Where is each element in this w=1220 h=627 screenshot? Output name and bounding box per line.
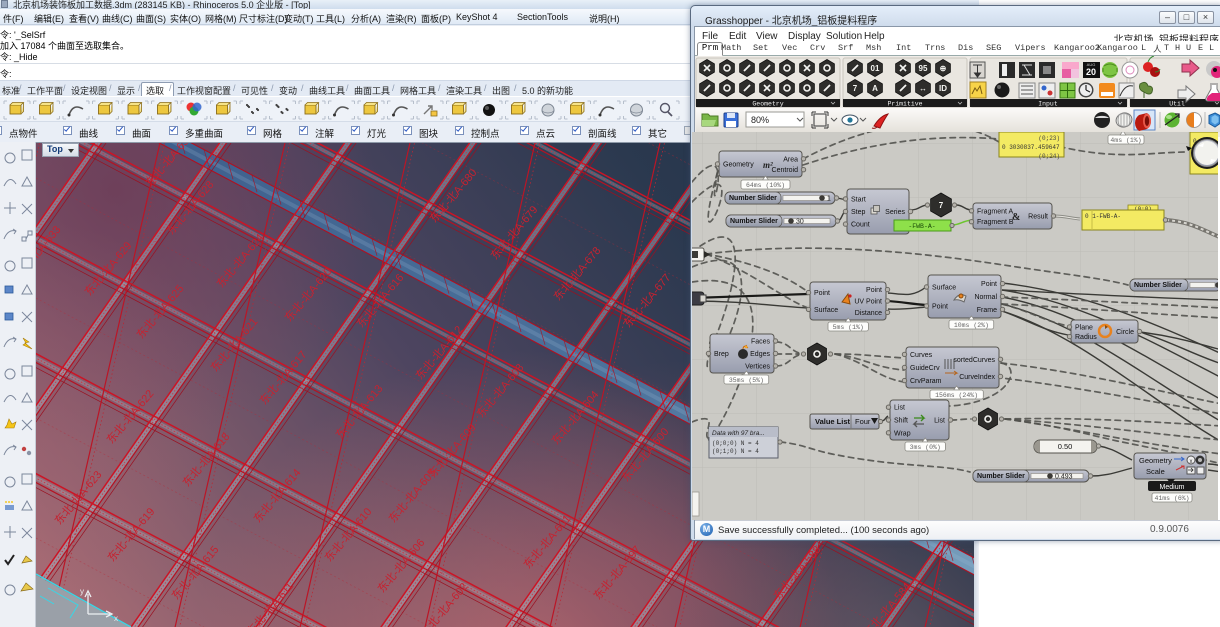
- svg-text:Surface: Surface: [814, 307, 838, 314]
- svg-text:Brep: Brep: [714, 351, 729, 358]
- svg-text:Number Slider: Number Slider: [729, 195, 777, 202]
- svg-text:Four: Four: [855, 417, 871, 426]
- svg-text:Point: Point: [866, 287, 882, 294]
- svg-text:Plane: Plane: [1075, 324, 1093, 331]
- svg-text:(0;0;0) N = 4: (0;0;0) N = 4: [712, 440, 759, 447]
- svg-text:Fragment B: Fragment B: [977, 219, 1014, 226]
- svg-text:Vertices: Vertices: [745, 364, 770, 371]
- svg-text:Distance: Distance: [855, 310, 882, 317]
- svg-text:Series: Series: [885, 209, 905, 216]
- svg-text:Circle: Circle: [1116, 329, 1134, 336]
- svg-text:Shift: Shift: [894, 418, 908, 425]
- svg-text:156ms (24%): 156ms (24%): [935, 392, 978, 399]
- svg-text:Start: Start: [851, 196, 866, 203]
- svg-text:Util: Util: [1169, 101, 1185, 108]
- svg-text:Data with 97 bra...: Data with 97 bra...: [712, 430, 765, 437]
- svg-text:Point: Point: [814, 290, 830, 297]
- svg-text:-FWB-A-: -FWB-A-: [908, 223, 935, 230]
- svg-text:4ms (1%): 4ms (1%): [1110, 137, 1141, 144]
- svg-text:UV Point: UV Point: [854, 299, 882, 306]
- svg-text:1: 1: [827, 196, 831, 203]
- svg-text:Result: Result: [1028, 214, 1048, 221]
- svg-text:0 1-FWB-A-: 0 1-FWB-A-: [1085, 213, 1121, 220]
- svg-text:Curves: Curves: [910, 352, 933, 359]
- svg-text:35ms (5%): 35ms (5%): [729, 377, 764, 384]
- svg-text:Surface: Surface: [932, 285, 956, 292]
- svg-text:01: 01: [871, 64, 880, 73]
- svg-text:Edges: Edges: [750, 351, 770, 358]
- svg-text:(0;23): (0;23): [1038, 135, 1060, 142]
- svg-text:0.493: 0.493: [1055, 474, 1073, 481]
- svg-text:Geometry: Geometry: [1139, 456, 1172, 465]
- svg-text:10ms (2%): 10ms (2%): [954, 322, 989, 329]
- svg-text:Wrap: Wrap: [894, 430, 911, 437]
- svg-text:Frame: Frame: [977, 307, 997, 314]
- svg-text:Centroid: Centroid: [772, 167, 799, 174]
- svg-text:(0;1;0) N = 4: (0;1;0) N = 4: [712, 448, 759, 455]
- svg-text:A: A: [872, 84, 878, 93]
- svg-text:0.50: 0.50: [1058, 442, 1073, 451]
- svg-text:3ms (0%): 3ms (0%): [910, 444, 941, 451]
- svg-text:Normal: Normal: [974, 294, 997, 301]
- svg-text:30: 30: [796, 219, 804, 226]
- svg-text:sortedCurves: sortedCurves: [953, 357, 995, 364]
- svg-text:Scale: Scale: [1146, 467, 1165, 476]
- svg-text:Area: Area: [783, 156, 798, 163]
- svg-text:0 3030837.459647: 0 3030837.459647: [1002, 144, 1060, 151]
- svg-text:64ms (10%): 64ms (10%): [746, 182, 785, 189]
- svg-text:CrvParam: CrvParam: [910, 378, 942, 385]
- svg-text:y: y: [80, 587, 84, 596]
- svg-text:AUG: AUG: [1087, 62, 1096, 67]
- svg-text:Value List: Value List: [815, 417, 851, 426]
- svg-text:5ms (1%): 5ms (1%): [833, 324, 864, 331]
- svg-text:Geometry: Geometry: [723, 162, 754, 169]
- svg-text:Radius: Radius: [1075, 334, 1097, 341]
- svg-text:Geometry: Geometry: [752, 101, 783, 108]
- svg-text:List: List: [934, 418, 945, 425]
- svg-text:x: x: [1190, 459, 1193, 465]
- svg-text:Medium: Medium: [1160, 484, 1185, 491]
- svg-text:GuideCrv: GuideCrv: [910, 365, 940, 372]
- svg-text:Fragment A: Fragment A: [977, 208, 1014, 215]
- svg-text:80%: 80%: [751, 115, 769, 125]
- svg-text:Input: Input: [1038, 101, 1058, 108]
- svg-text:List: List: [894, 405, 905, 412]
- svg-text:Primitive: Primitive: [887, 101, 922, 108]
- svg-text:x: x: [114, 614, 118, 623]
- svg-text:Number Slider: Number Slider: [977, 473, 1025, 480]
- svg-text:ID: ID: [939, 84, 947, 93]
- svg-text:⊕: ⊕: [940, 64, 947, 73]
- svg-text:Count: Count: [851, 222, 870, 229]
- svg-text:Number Slider: Number Slider: [1134, 282, 1182, 289]
- svg-text:20: 20: [1086, 67, 1096, 77]
- svg-text:(0;24): (0;24): [1038, 153, 1060, 160]
- svg-text:CurveIndex: CurveIndex: [959, 374, 995, 381]
- svg-text:7: 7: [853, 84, 858, 93]
- svg-text:Point: Point: [932, 304, 948, 311]
- svg-text:Point: Point: [981, 281, 997, 288]
- svg-text:Number Slider: Number Slider: [730, 218, 778, 225]
- svg-text:7: 7: [939, 201, 944, 210]
- svg-text:Faces: Faces: [751, 339, 771, 346]
- svg-text:95: 95: [919, 64, 928, 73]
- svg-text:41ms (6%): 41ms (6%): [1154, 495, 1189, 502]
- svg-text:↔: ↔: [919, 84, 927, 93]
- svg-text:Step: Step: [851, 209, 866, 216]
